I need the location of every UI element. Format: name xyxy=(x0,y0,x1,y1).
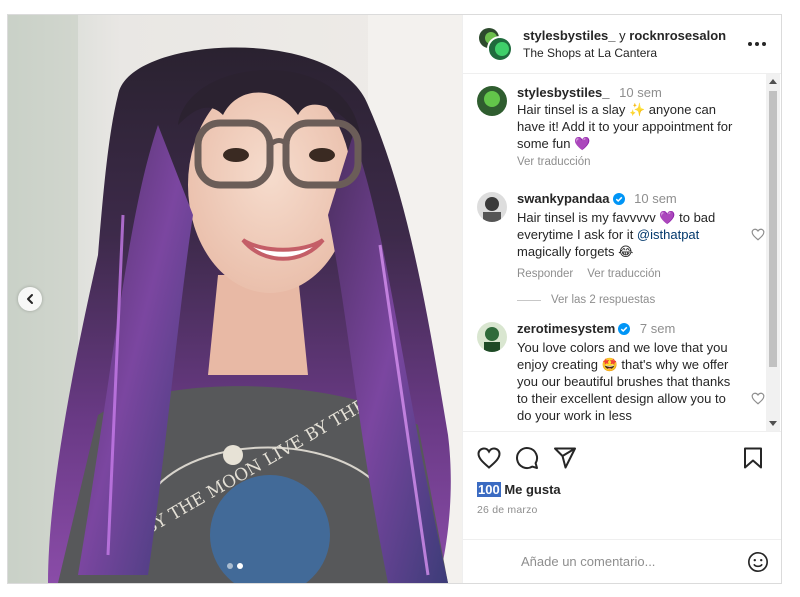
comment-body: stylesbystiles_ 10 sem Hair tinsel is a … xyxy=(517,84,767,168)
avatar[interactable] xyxy=(487,36,513,62)
post-actions: 100 Me gusta 26 de marzo xyxy=(463,431,781,539)
likes-number: 100 xyxy=(477,482,501,497)
scroll-down-arrow[interactable] xyxy=(766,417,780,431)
comment: stylesbystiles_ 10 sem Hair tinsel is a … xyxy=(477,84,767,168)
chevron-left-icon xyxy=(27,294,33,304)
header-usernames: stylesbystiles_ y rocknrosesalon xyxy=(523,28,745,44)
comment-username[interactable]: stylesbystiles_ xyxy=(517,85,610,100)
mention-link[interactable]: @isthatpat xyxy=(637,227,699,242)
comments-scrollbar[interactable] xyxy=(766,74,780,431)
comment-text: Hair tinsel is my favvvvv 💜 to bad every… xyxy=(517,210,716,259)
reply-button[interactable]: Responder xyxy=(517,268,573,280)
header-user-1[interactable]: stylesbystiles_ xyxy=(523,28,616,43)
action-icons-row xyxy=(477,444,767,472)
view-replies-button[interactable]: Ver las 2 respuestas xyxy=(517,294,767,306)
share-button[interactable] xyxy=(553,447,577,469)
likes-count[interactable]: 100 Me gusta xyxy=(477,482,767,497)
like-comment-button[interactable] xyxy=(751,392,765,410)
post-header: stylesbystiles_ y rocknrosesalon The Sho… xyxy=(463,15,781,74)
like-button[interactable] xyxy=(477,447,501,469)
post-modal: BY THE MOON LIVE BY THE stylesbystiles_ … xyxy=(7,14,782,584)
comment-time[interactable]: 7 sem xyxy=(640,321,675,336)
photo-scene: BY THE MOON LIVE BY THE xyxy=(8,15,462,583)
avatar[interactable] xyxy=(477,86,507,116)
avatar[interactable] xyxy=(477,322,507,352)
heart-icon xyxy=(477,447,501,469)
emoji-picker-button[interactable] xyxy=(747,551,769,573)
previous-photo-button[interactable] xyxy=(18,287,42,311)
comment-username[interactable]: swankypandaa xyxy=(517,191,610,206)
like-comment-button[interactable] xyxy=(751,228,765,246)
view-replies-label: Ver las 2 respuestas xyxy=(551,294,656,306)
header-user-2[interactable]: rocknrosesalon xyxy=(629,28,726,43)
location-link[interactable]: The Shops at La Cantera xyxy=(523,45,745,61)
post-date[interactable]: 26 de marzo xyxy=(477,504,767,516)
scroll-up-arrow[interactable] xyxy=(766,74,780,88)
comment: swankypandaa 10 sem Hair tinsel is my fa… xyxy=(477,190,767,280)
scrollbar-thumb[interactable] xyxy=(769,91,777,367)
paper-plane-icon xyxy=(554,447,576,469)
verified-badge-icon xyxy=(618,322,631,339)
more-horizontal-icon xyxy=(748,42,766,46)
carousel-dot-active xyxy=(237,563,243,569)
comment-text: Hair tinsel is a slay ✨ anyone can have … xyxy=(517,102,733,151)
bookmark-icon xyxy=(744,447,762,469)
comments-list: stylesbystiles_ 10 sem Hair tinsel is a … xyxy=(463,74,781,431)
add-comment-input[interactable]: Añade un comentario... xyxy=(521,554,747,569)
comment-time[interactable]: 10 sem xyxy=(634,191,677,206)
comment-bubble-icon xyxy=(516,447,539,470)
add-comment-bar: Añade un comentario... xyxy=(463,539,781,583)
comment-body: swankypandaa 10 sem Hair tinsel is my fa… xyxy=(517,190,767,280)
comment-time[interactable]: 10 sem xyxy=(619,85,662,100)
save-button[interactable] xyxy=(743,447,763,469)
likes-label: Me gusta xyxy=(500,482,561,497)
post-photo[interactable]: BY THE MOON LIVE BY THE xyxy=(8,15,462,583)
comment-button[interactable] xyxy=(515,446,539,470)
post-side-panel: stylesbystiles_ y rocknrosesalon The Sho… xyxy=(462,15,781,583)
comment-body: zerotimesystem 7 sem You love colors and… xyxy=(517,320,767,424)
more-options-button[interactable] xyxy=(745,32,769,56)
verified-badge-icon xyxy=(612,192,625,209)
comment: zerotimesystem 7 sem You love colors and… xyxy=(477,320,767,424)
heart-icon xyxy=(751,228,765,241)
see-translation-link[interactable]: Ver traducción xyxy=(587,268,661,280)
carousel-dot xyxy=(227,563,233,569)
see-translation-link[interactable]: Ver traducción xyxy=(517,156,591,168)
avatar[interactable] xyxy=(477,192,507,222)
heart-icon xyxy=(751,392,765,405)
smiley-icon xyxy=(748,551,768,572)
header-text: stylesbystiles_ y rocknrosesalon The Sho… xyxy=(523,28,745,61)
comment-username[interactable]: zerotimesystem xyxy=(517,321,615,336)
collab-avatars[interactable] xyxy=(477,26,513,62)
carousel-dots xyxy=(8,563,462,569)
comment-text: You love colors and we love that you enj… xyxy=(517,340,731,423)
header-conjunction: y xyxy=(619,27,626,43)
